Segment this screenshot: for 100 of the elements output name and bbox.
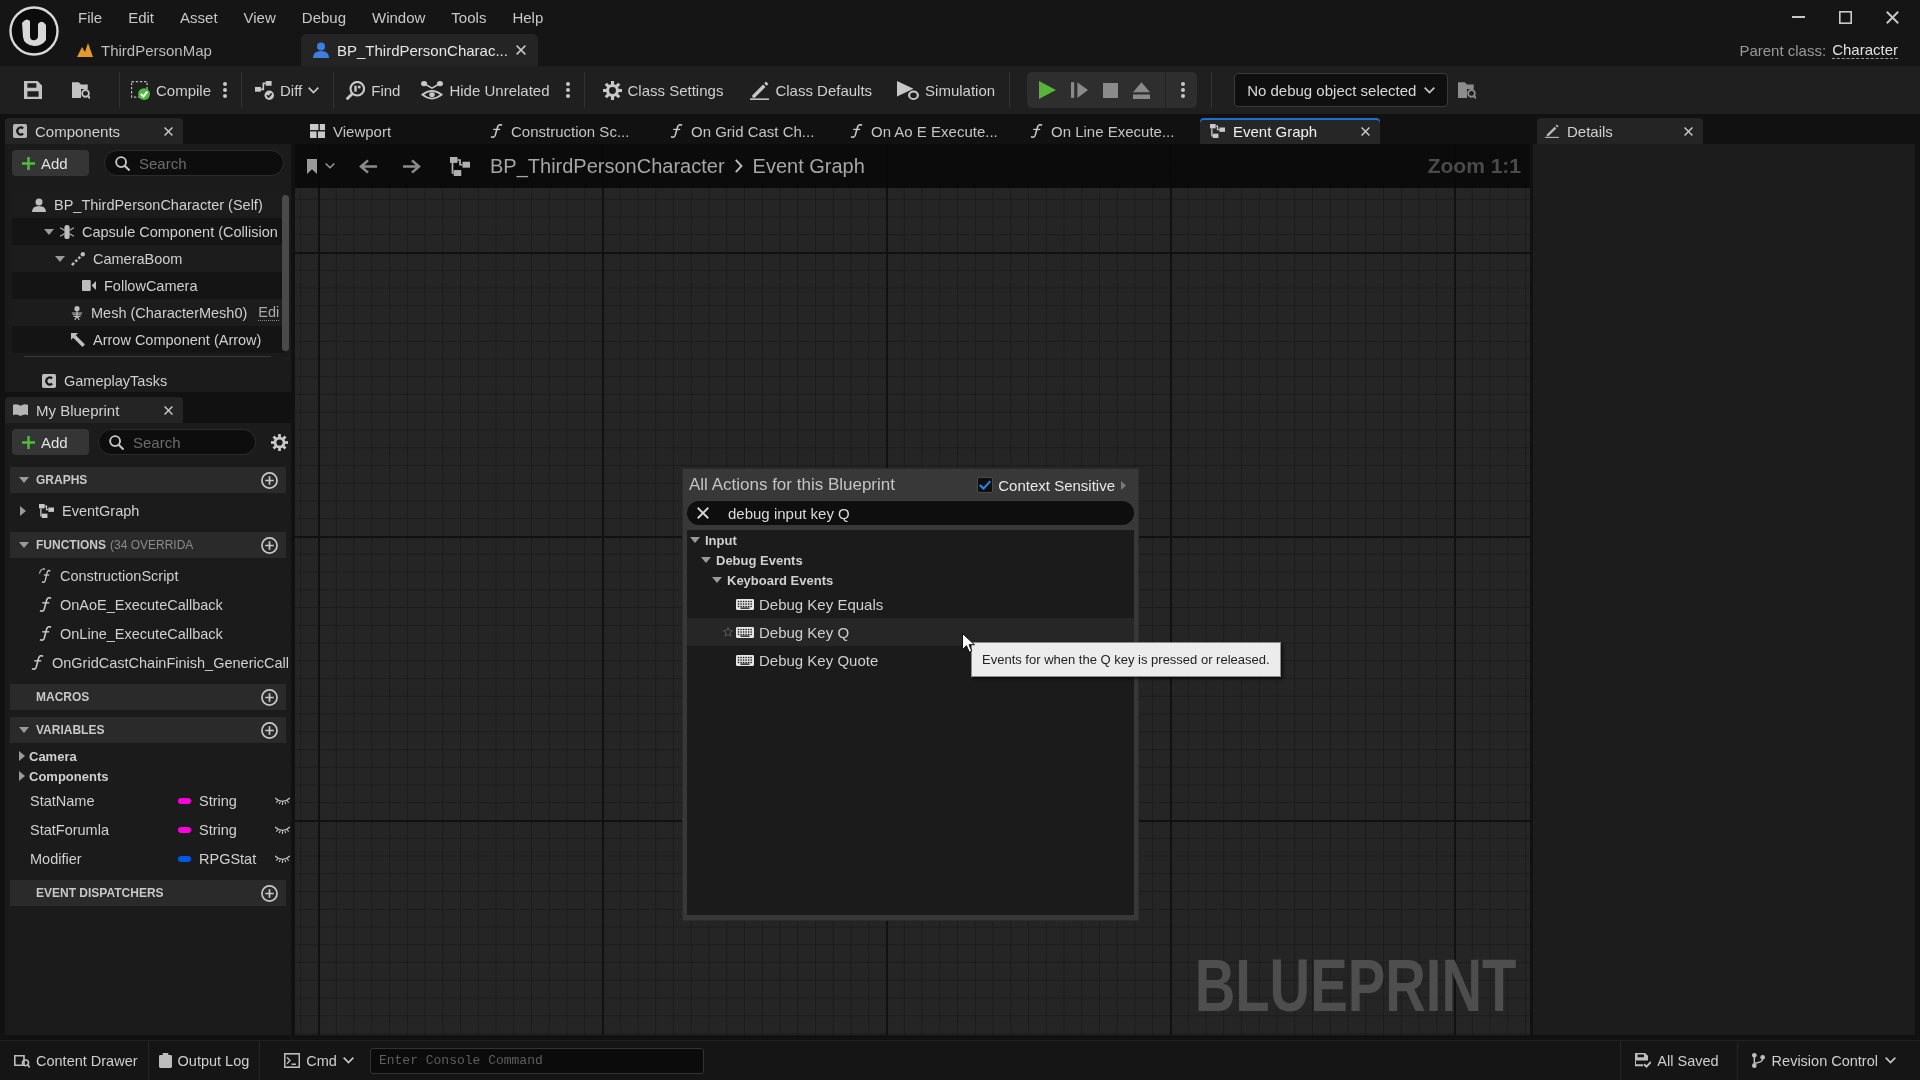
- more-options-icon[interactable]: [223, 82, 228, 98]
- expanded-arrow-icon[interactable]: [19, 477, 29, 483]
- add-button[interactable]: Add: [12, 150, 89, 176]
- action-category[interactable]: Debug Events: [687, 550, 803, 570]
- tree-item[interactable]: Arrow Component (Arrow): [12, 326, 285, 353]
- save-status-button[interactable]: All Saved: [1620, 1041, 1737, 1080]
- search-field[interactable]: Search: [104, 150, 284, 176]
- action-item[interactable]: Debug Key Q: [687, 618, 1134, 646]
- close-icon[interactable]: [1886, 10, 1899, 24]
- compile-button[interactable]: Compile: [131, 74, 212, 106]
- graph-tab[interactable]: Viewport: [300, 118, 480, 144]
- close-icon[interactable]: [1361, 126, 1370, 136]
- function-item[interactable]: ConstructionScript: [10, 561, 286, 590]
- action-category[interactable]: Input: [687, 530, 737, 550]
- graph-tab[interactable]: Event Graph: [1200, 118, 1380, 144]
- add-button[interactable]: Add: [12, 429, 89, 455]
- variable-category[interactable]: Components: [10, 766, 286, 786]
- step-icon[interactable]: [1071, 81, 1089, 99]
- variable-item[interactable]: StatForumla String: [10, 815, 286, 844]
- menu-item[interactable]: Tools: [438, 8, 500, 26]
- more-options-icon[interactable]: [1181, 82, 1186, 98]
- clear-icon[interactable]: [697, 507, 709, 519]
- section-header[interactable]: GRAPHS: [10, 467, 286, 493]
- output-log-button[interactable]: Output Log: [148, 1041, 261, 1080]
- add-circle-icon[interactable]: [261, 536, 278, 554]
- menu-item[interactable]: Edit: [115, 8, 168, 26]
- closed-eye-icon[interactable]: [275, 796, 290, 805]
- parent-class-link[interactable]: Character: [1832, 41, 1898, 59]
- hide-unrelated-button[interactable]: Hide Unrelated: [421, 74, 550, 106]
- simulation-button[interactable]: Simulation: [897, 74, 996, 106]
- add-circle-icon[interactable]: [261, 471, 278, 489]
- folder-search-icon[interactable]: [72, 81, 90, 99]
- class-settings-button[interactable]: Class Settings: [602, 74, 724, 106]
- menu-item[interactable]: Window: [359, 8, 439, 26]
- panel-tab[interactable]: Details: [1537, 118, 1703, 144]
- search-field[interactable]: Search: [98, 429, 256, 455]
- section-header[interactable]: VARIABLES: [10, 717, 286, 743]
- graph-tab[interactable]: On Grid Cast Ch...: [660, 118, 840, 144]
- forward-arrow-icon[interactable]: [403, 158, 421, 174]
- diff-button[interactable]: Diff: [255, 74, 320, 106]
- graph-tab[interactable]: Construction Sc...: [480, 118, 660, 144]
- expanded-arrow-icon[interactable]: [55, 255, 65, 262]
- variable-category[interactable]: Camera: [10, 746, 286, 766]
- panel-tab[interactable]: My Blueprint: [5, 397, 183, 423]
- action-category[interactable]: Keyboard Events: [687, 570, 834, 590]
- breadcrumb-item[interactable]: Event Graph: [752, 154, 865, 178]
- tree-item[interactable]: FollowCamera: [12, 272, 285, 299]
- graph-tab[interactable]: On Ao E Execute...: [840, 118, 1020, 144]
- closed-eye-icon[interactable]: [275, 825, 290, 834]
- variable-item[interactable]: Modifier RPGStat: [10, 844, 286, 873]
- breadcrumb-item[interactable]: BP_ThirdPersonCharacter: [490, 154, 725, 178]
- action-item[interactable]: Debug Key Quote: [687, 646, 885, 674]
- add-circle-icon[interactable]: [261, 688, 278, 706]
- add-circle-icon[interactable]: [261, 721, 278, 739]
- maximize-icon[interactable]: [1839, 10, 1852, 24]
- menu-item[interactable]: File: [65, 8, 116, 26]
- document-tab[interactable]: ThirdPersonMap: [65, 34, 295, 66]
- play-icon[interactable]: [1039, 81, 1057, 99]
- checkbox-label[interactable]: Context Sensitive: [998, 476, 1115, 494]
- bookmark-icon[interactable]: [307, 158, 317, 174]
- stop-icon[interactable]: [1103, 82, 1119, 98]
- more-options-icon[interactable]: [565, 82, 570, 98]
- closed-eye-icon[interactable]: [275, 854, 290, 863]
- function-item[interactable]: OnAoE_ExecuteCallback: [10, 590, 286, 619]
- close-icon[interactable]: [1684, 126, 1693, 136]
- cmd-dropdown[interactable]: Cmd: [260, 1041, 364, 1080]
- expanded-arrow-icon[interactable]: [712, 577, 722, 583]
- section-header[interactable]: FUNCTIONS (34 OVERRIDA: [10, 532, 286, 558]
- function-item[interactable]: OnLine_ExecuteCallback: [10, 619, 286, 648]
- tree-item[interactable]: Capsule Component (Collision: [12, 218, 285, 245]
- logo-icon[interactable]: [9, 6, 59, 56]
- expanded-arrow-icon[interactable]: [690, 537, 700, 543]
- graph-item[interactable]: EventGraph: [10, 496, 286, 525]
- content-drawer-button[interactable]: Content Drawer: [0, 1041, 149, 1080]
- section-header[interactable]: EVENT DISPATCHERS: [10, 880, 286, 906]
- action-item[interactable]: Debug Key Equals: [687, 590, 890, 618]
- save-icon[interactable]: [24, 81, 42, 99]
- scrollbar[interactable]: [282, 195, 289, 351]
- collapsed-arrow-icon[interactable]: [19, 771, 25, 781]
- panel-tab[interactable]: Components: [5, 118, 183, 144]
- menu-item[interactable]: Debug: [288, 8, 359, 26]
- debug-object-dropdown[interactable]: No debug object selected: [1234, 73, 1449, 107]
- tree-item[interactable]: GameplayTasks: [12, 367, 291, 394]
- expand-arrow-icon[interactable]: [1121, 480, 1126, 490]
- expanded-arrow-icon[interactable]: [19, 727, 29, 733]
- search-field[interactable]: debug input key Q: [687, 501, 1134, 525]
- folder-search-icon[interactable]: [1458, 81, 1477, 99]
- document-tab[interactable]: BP_ThirdPersonCharac...: [301, 34, 538, 66]
- expanded-arrow-icon[interactable]: [44, 228, 54, 235]
- edit-link[interactable]: Edi: [258, 304, 280, 321]
- star-icon[interactable]: [723, 627, 733, 637]
- settings-icon[interactable]: [271, 433, 288, 451]
- close-icon[interactable]: [164, 126, 173, 136]
- find-button[interactable]: Find: [346, 74, 401, 106]
- section-header[interactable]: MACROS: [10, 684, 286, 710]
- add-circle-icon[interactable]: [261, 884, 278, 902]
- close-icon[interactable]: [164, 405, 173, 415]
- graph-tab[interactable]: On Line Execute...: [1020, 118, 1200, 144]
- expanded-arrow-icon[interactable]: [701, 557, 711, 563]
- back-arrow-icon[interactable]: [359, 158, 377, 174]
